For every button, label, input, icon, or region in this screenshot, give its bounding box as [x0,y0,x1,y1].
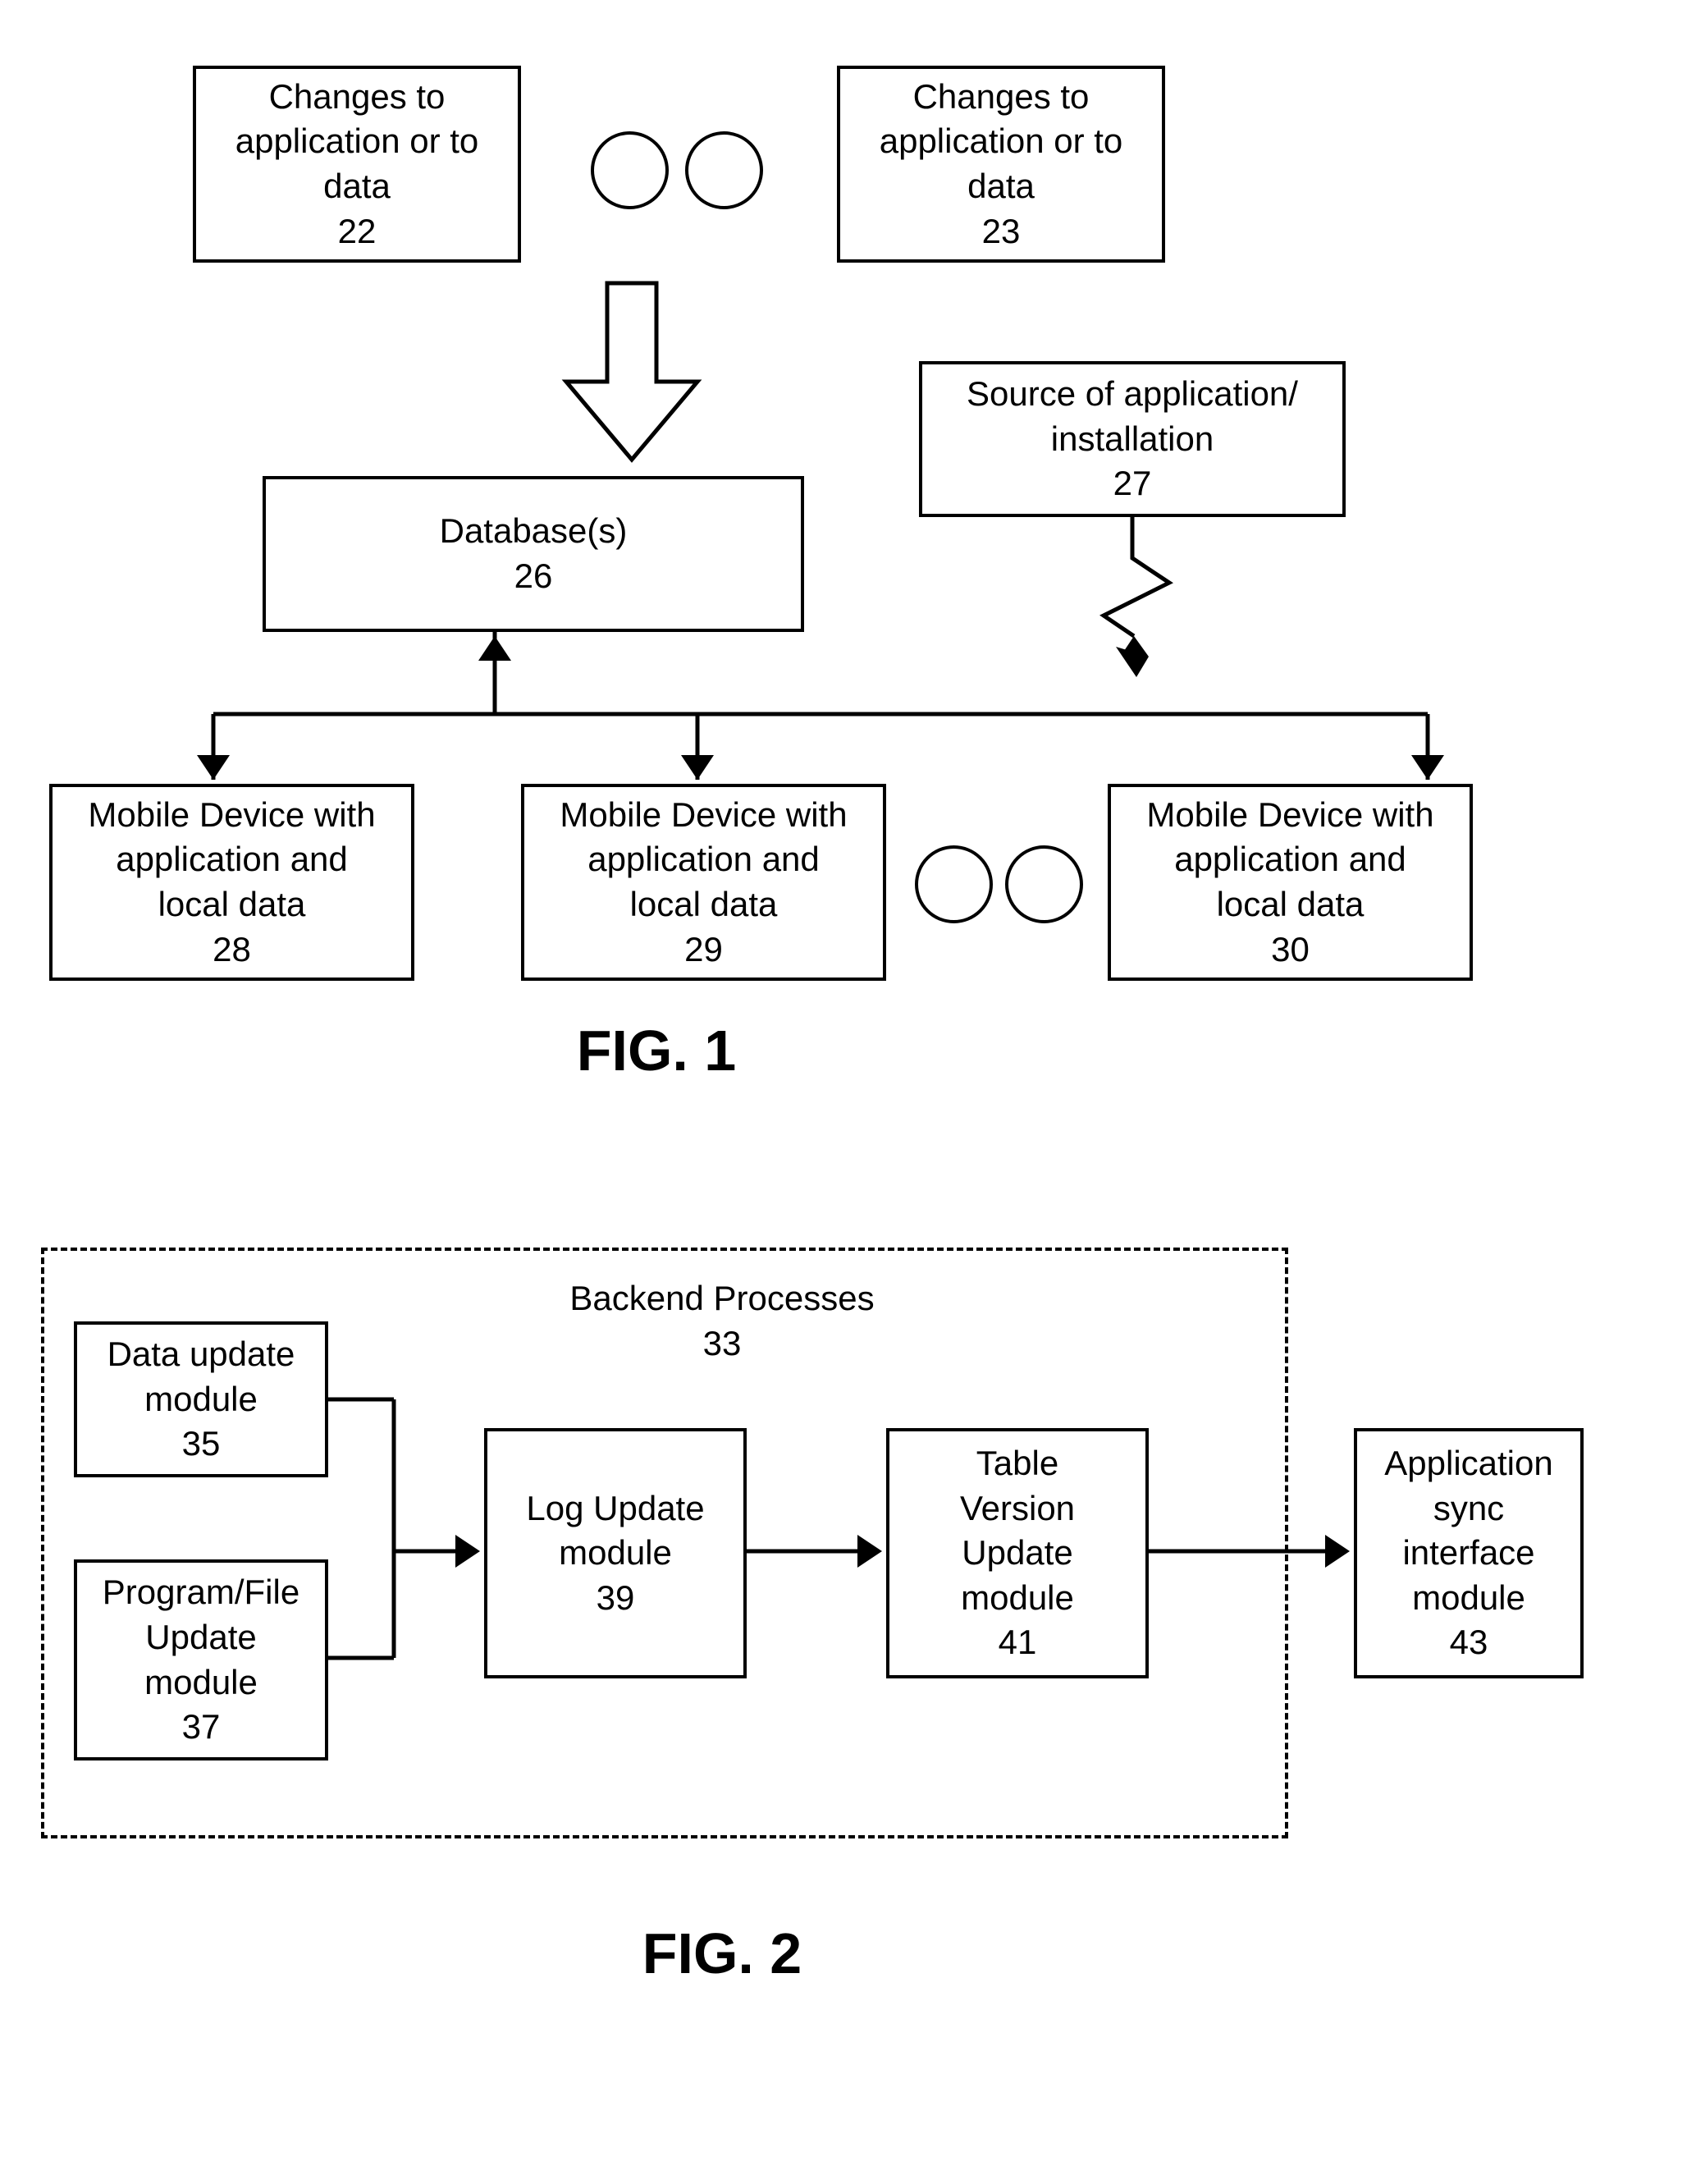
fig2-label: FIG. 2 [599,1921,845,1986]
fig2-connectors [0,0,1696,1888]
